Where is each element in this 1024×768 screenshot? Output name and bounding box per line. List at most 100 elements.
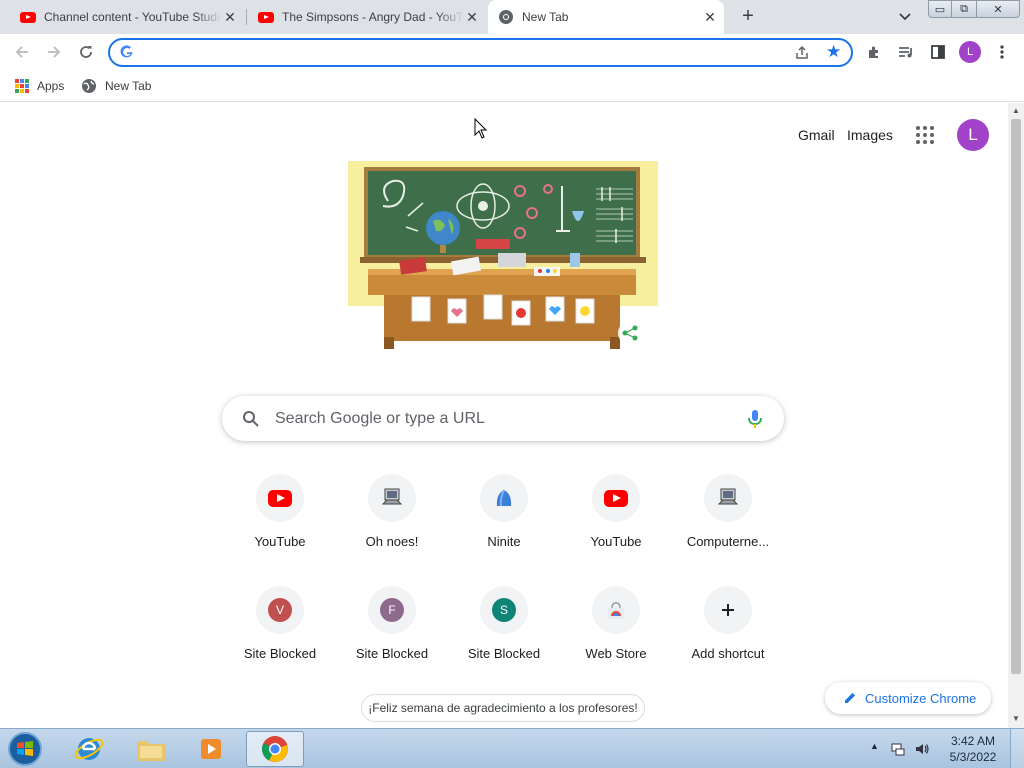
- tab-title: The Simpsons - Angry Dad - YouTube: [282, 10, 464, 24]
- clock-date: 5/3/2022: [949, 750, 997, 764]
- close-tab-icon[interactable]: ✕: [464, 9, 480, 25]
- bookmark-apps[interactable]: Apps: [15, 77, 64, 95]
- show-desktop-button[interactable]: [1010, 729, 1024, 768]
- customize-label: Customize Chrome: [865, 691, 977, 706]
- google-search-box[interactable]: [222, 396, 784, 441]
- back-arrow-icon: [15, 46, 28, 58]
- scroll-up-icon[interactable]: ▲: [1012, 106, 1020, 115]
- maximize-button[interactable]: ⧉: [951, 0, 977, 18]
- site-letter: F: [380, 598, 404, 622]
- site-letter-icon: F: [368, 586, 416, 634]
- network-icon[interactable]: [890, 741, 906, 757]
- menu-kebab-icon[interactable]: [991, 41, 1013, 63]
- shortcut-label: Oh noes!: [365, 534, 419, 549]
- mouse-cursor-icon: [474, 118, 488, 139]
- bookmarks-bar: Apps New Tab: [0, 70, 1024, 102]
- account-avatar[interactable]: L: [957, 119, 989, 151]
- doodle-promo-link[interactable]: ¡Feliz semana de agradecimiento a los pr…: [361, 694, 645, 722]
- back-button[interactable]: [10, 40, 34, 64]
- tab-title: New Tab: [522, 10, 569, 24]
- browser-toolbar: ★ L: [0, 34, 1024, 70]
- address-input[interactable]: [142, 44, 782, 62]
- shortcut-label: Web Store: [585, 646, 647, 661]
- shortcut-label: Site Blocked: [243, 646, 317, 661]
- shortcut-tile[interactable]: Ninite: [448, 474, 560, 574]
- shortcut-label: Computerne...: [686, 534, 770, 549]
- new-tab-page: Gmail Images L Search Google or type a U…: [0, 103, 1008, 728]
- customize-chrome-button[interactable]: Customize Chrome: [825, 682, 991, 714]
- bookmark-new-tab[interactable]: New Tab: [81, 77, 151, 95]
- microphone-icon[interactable]: [746, 408, 764, 430]
- media-controls-icon[interactable]: [895, 41, 917, 63]
- close-tab-icon[interactable]: ✕: [702, 9, 718, 25]
- bookmark-label: New Tab: [105, 79, 152, 93]
- tab-separator: [246, 9, 247, 25]
- shortcut-label: YouTube: [590, 534, 642, 549]
- volume-icon[interactable]: [914, 741, 930, 757]
- tab-simpsons[interactable]: The Simpsons - Angry Dad - YouTube ✕: [250, 0, 484, 34]
- tray-expand-icon[interactable]: ▲: [870, 741, 879, 751]
- google-apps-icon[interactable]: [916, 126, 934, 144]
- profile-avatar[interactable]: L: [959, 41, 981, 63]
- apps-grid-icon: [15, 79, 29, 93]
- shortcut-tile[interactable]: F Site Blocked: [336, 586, 448, 686]
- reload-icon: [80, 46, 92, 58]
- computer-icon: [704, 474, 752, 522]
- shortcut-label: Add shortcut: [691, 646, 765, 661]
- shortcut-label: Ninite: [487, 534, 521, 549]
- shortcut-tile[interactable]: Web Store: [560, 586, 672, 686]
- side-panel-icon[interactable]: [927, 41, 949, 63]
- reload-button[interactable]: [74, 40, 98, 64]
- images-link[interactable]: Images: [847, 127, 893, 143]
- shortcut-label: YouTube: [254, 534, 306, 549]
- page-scrollbar[interactable]: ▲ ▼: [1008, 103, 1024, 728]
- forward-button[interactable]: [42, 40, 66, 64]
- tab-strip: Channel content - YouTube Studio ✕ The S…: [0, 0, 1024, 34]
- shortcut-label: Site Blocked: [355, 646, 429, 661]
- extensions-icon[interactable]: [863, 41, 885, 63]
- tab-new-tab[interactable]: New Tab ✕: [488, 0, 724, 34]
- tab-youtube-studio[interactable]: Channel content - YouTube Studio ✕: [12, 0, 242, 34]
- tab-title: Channel content - YouTube Studio: [44, 10, 222, 24]
- site-letter-icon: V: [256, 586, 304, 634]
- shortcut-tile[interactable]: Oh noes!: [336, 474, 448, 574]
- shortcut-tile[interactable]: YouTube: [560, 474, 672, 574]
- gmail-link[interactable]: Gmail: [798, 127, 835, 143]
- scroll-thumb[interactable]: [1011, 119, 1021, 674]
- plus-icon: [704, 586, 752, 634]
- search-icon: [243, 411, 259, 427]
- scroll-down-icon[interactable]: ▼: [1012, 714, 1020, 723]
- webstore-icon: [592, 586, 640, 634]
- pencil-icon: [845, 693, 855, 703]
- file-explorer-icon[interactable]: [122, 731, 180, 767]
- shortcut-tile[interactable]: YouTube: [224, 474, 336, 574]
- chrome-icon: [498, 9, 514, 25]
- google-g-icon: [120, 45, 134, 62]
- share-icon[interactable]: [794, 45, 810, 66]
- search-input[interactable]: [275, 408, 735, 430]
- minimize-button[interactable]: ▭: [928, 0, 952, 18]
- windows-start-icon[interactable]: [6, 731, 44, 767]
- tab-search-chevron-icon[interactable]: [896, 8, 914, 26]
- taskbar-clock[interactable]: 3:42 AM 5/3/2022: [946, 733, 1000, 765]
- system-tray: ▲: [868, 739, 938, 759]
- chrome-icon: [262, 736, 288, 762]
- internet-explorer-icon[interactable]: [60, 731, 118, 767]
- shortcut-label: Site Blocked: [467, 646, 541, 661]
- google-doodle[interactable]: [348, 161, 658, 355]
- shortcut-tile[interactable]: V Site Blocked: [224, 586, 336, 686]
- chrome-taskbar-icon[interactable]: [246, 731, 304, 767]
- shortcut-tile[interactable]: S Site Blocked: [448, 586, 560, 686]
- new-tab-button[interactable]: +: [737, 5, 759, 27]
- address-bar[interactable]: ★: [108, 38, 853, 67]
- bookmark-star-icon[interactable]: ★: [826, 42, 841, 62]
- window-close-button[interactable]: ✕: [976, 0, 1020, 18]
- shortcut-tile[interactable]: Computerne...: [672, 474, 784, 574]
- close-tab-icon[interactable]: ✕: [222, 9, 238, 25]
- add-shortcut-button[interactable]: Add shortcut: [672, 586, 784, 686]
- forward-arrow-icon: [48, 46, 61, 58]
- media-player-icon[interactable]: [182, 731, 240, 767]
- bookmark-label: Apps: [37, 79, 65, 93]
- site-letter-icon: S: [480, 586, 528, 634]
- clock-time: 3:42 AM: [950, 734, 996, 748]
